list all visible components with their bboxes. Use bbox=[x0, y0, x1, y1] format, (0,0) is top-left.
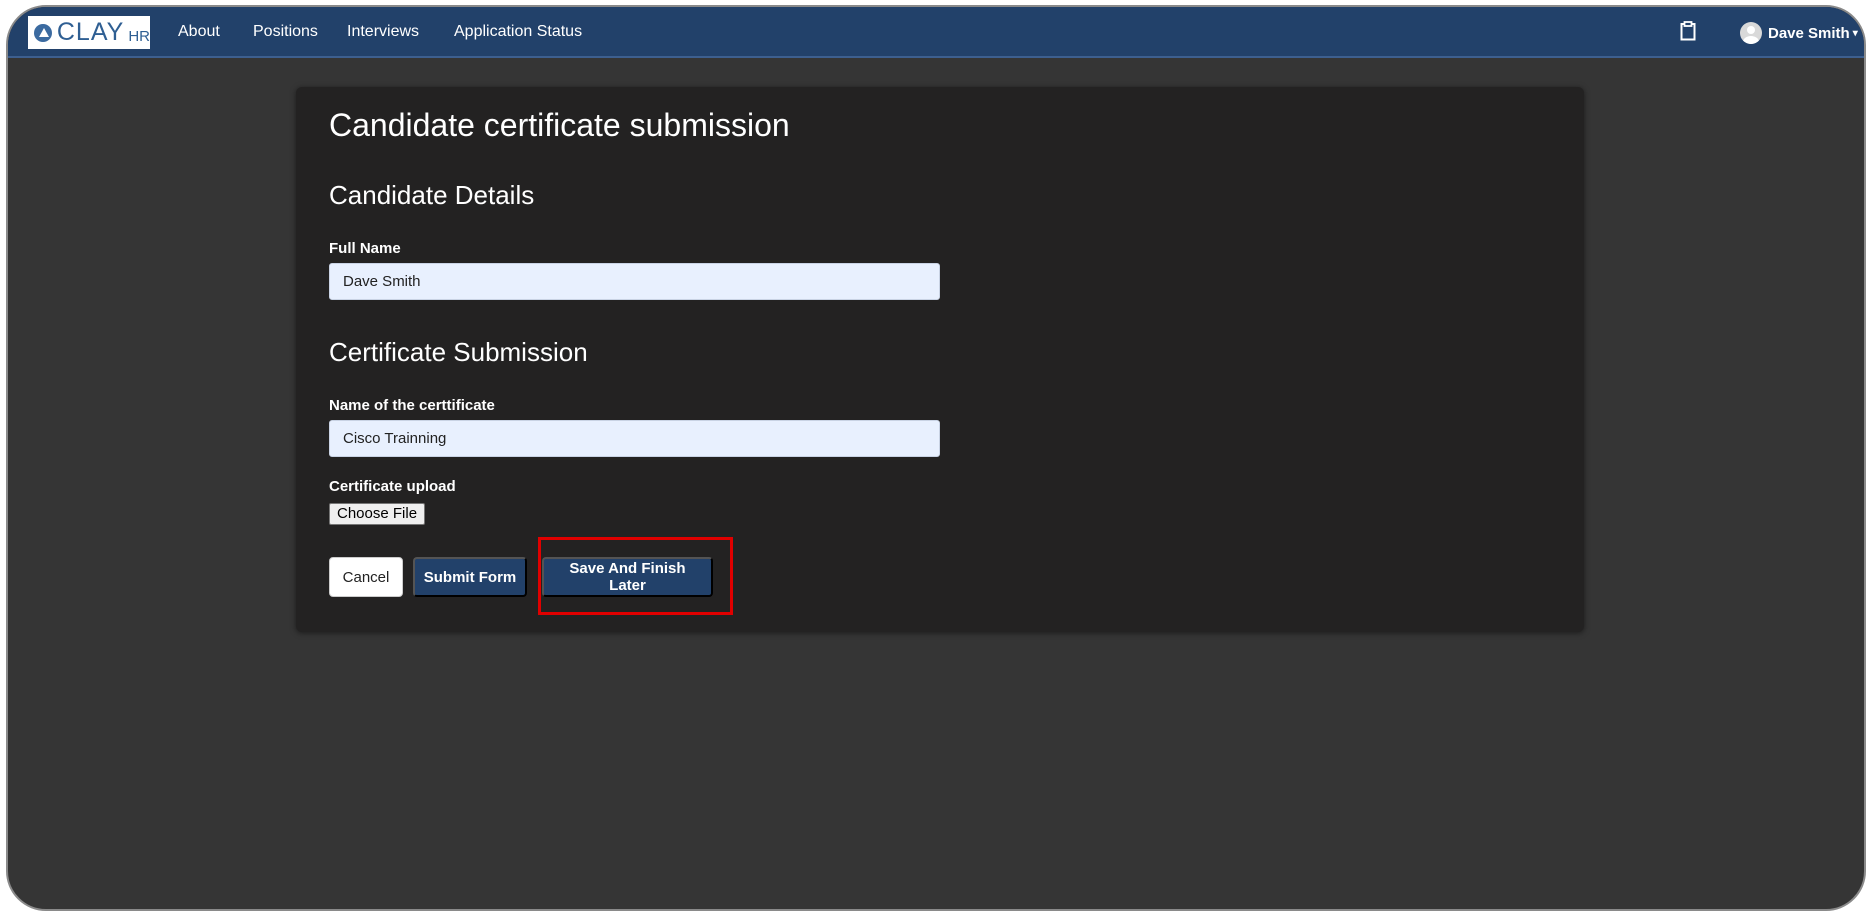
certificate-upload-label: Certificate upload bbox=[329, 478, 456, 495]
user-menu[interactable]: Dave Smith ▾ bbox=[1740, 22, 1858, 44]
logo-icon bbox=[34, 23, 52, 42]
full-name-label: Full Name bbox=[329, 240, 401, 257]
nav-application-status[interactable]: Application Status bbox=[454, 23, 582, 41]
nav-interviews[interactable]: Interviews bbox=[347, 23, 419, 41]
submit-form-button[interactable]: Submit Form bbox=[413, 557, 527, 597]
logo-sub: HR bbox=[128, 27, 150, 45]
page-title: Candidate certificate submission bbox=[329, 107, 790, 143]
certificate-form-card: Candidate certificate submission Candida… bbox=[296, 87, 1584, 632]
avatar-icon bbox=[1740, 22, 1762, 44]
choose-file-button[interactable]: Choose File bbox=[329, 503, 426, 525]
cancel-button[interactable]: Cancel bbox=[329, 557, 403, 597]
certificate-name-label: Name of the certtificate bbox=[329, 397, 495, 414]
nav-positions[interactable]: Positions bbox=[253, 23, 318, 41]
user-name: Dave Smith bbox=[1768, 24, 1850, 42]
certificate-name-input[interactable] bbox=[329, 420, 940, 457]
certificate-submission-heading: Certificate Submission bbox=[329, 337, 588, 367]
full-name-input[interactable] bbox=[329, 263, 940, 300]
nav-about[interactable]: About bbox=[178, 23, 220, 41]
clayhr-logo[interactable]: CLAY HR bbox=[28, 16, 150, 49]
save-and-finish-later-button[interactable]: Save And Finish Later bbox=[542, 557, 713, 597]
candidate-details-heading: Candidate Details bbox=[329, 180, 535, 210]
clipboard-icon[interactable] bbox=[1680, 21, 1696, 41]
caret-down-icon: ▾ bbox=[1852, 27, 1858, 39]
app-window: CLAY HR About Positions Interviews Appli… bbox=[6, 5, 1866, 911]
top-navbar: CLAY HR About Positions Interviews Appli… bbox=[8, 7, 1864, 58]
logo-text: CLAY bbox=[56, 18, 125, 46]
